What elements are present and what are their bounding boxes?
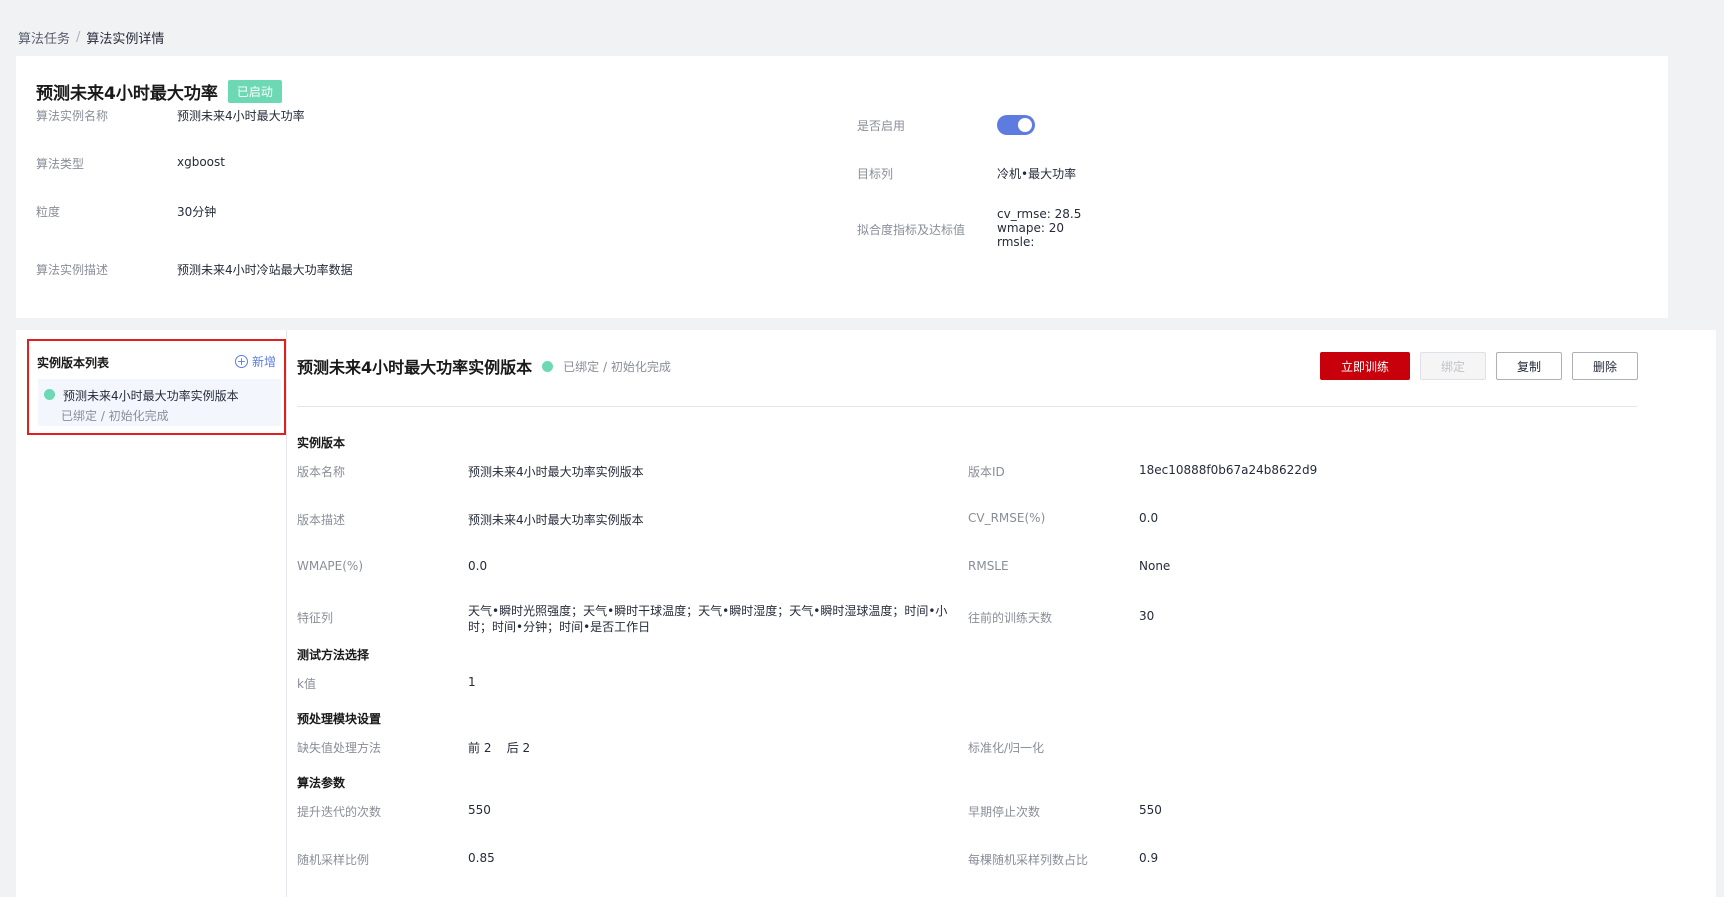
version-id-label: 版本ID [968,465,1005,479]
delete-button[interactable]: 删除 [1572,352,1638,380]
algorithm-type-label: 算法类型 [36,157,85,171]
early-stop-value: 550 [1139,803,1162,817]
wmape-value: 0.0 [468,559,488,573]
version-card: 实例版本列表 + 新增 预测未来4小时最大功率实例版本 已绑定 / 初始化完成 … [16,330,1716,897]
colsample-ratio-value: 0.9 [1139,851,1159,865]
instance-name-label: 算法实例名称 [36,109,109,123]
status-dot-icon [44,389,55,400]
wmape-label: WMAPE(%) [297,559,364,573]
early-stop-label: 早期停止次数 [968,805,1041,819]
breadcrumb-link-algorithm-tasks[interactable]: 算法任务 [18,28,70,47]
plus-circle-icon: + [234,355,248,368]
train-days-label: 往前的训练天数 [968,611,1053,625]
rmsle-value: None [1139,559,1171,573]
page-title: 预测未来4小时最大功率 [36,84,218,104]
target-column-value: 冷机•最大功率 [997,167,1077,181]
enabled-label: 是否启用 [857,119,906,133]
breadcrumb: 算法任务 / 算法实例详情 [18,28,164,47]
version-name-value: 预测未来4小时最大功率实例版本 [468,465,644,479]
instance-name-value: 预测未来4小时最大功率 [177,109,305,123]
fit-metrics-label: 拟合度指标及达标值 [857,223,966,237]
version-list-item[interactable]: 预测未来4小时最大功率实例版本 已绑定 / 初始化完成 [38,379,281,426]
target-column-label: 目标列 [857,167,894,181]
instance-info-card: 预测未来4小时最大功率 已启动 算法实例名称 预测未来4小时最大功率 算法类型 … [16,56,1668,318]
status-dot-icon [542,360,554,372]
bind-button: 绑定 [1420,352,1486,380]
granularity-value: 30分钟 [177,205,217,219]
missing-value-method-label: 缺失值处理方法 [297,741,382,755]
version-status: 已绑定 / 初始化完成 [563,359,671,374]
k-value-value: 1 [468,675,476,689]
subsample-ratio-value: 0.85 [468,851,495,865]
k-value-label: k值 [297,677,316,691]
version-id-value: 18ec10888f0b67a24b8622d9 [1139,463,1318,477]
feature-columns-label: 特征列 [297,611,334,625]
feature-columns-value: 天气•瞬时光照强度；天气•瞬时干球温度；天气•瞬时湿度；天气•瞬时湿球温度；时间… [468,604,948,634]
cv-rmse-value: 0.0 [1139,511,1159,525]
fit-metrics-values: cv_rmse: 28.5 wmape: 20 rmsle: [997,207,1081,249]
cv-rmse-label: CV_RMSE(%) [968,511,1046,525]
add-version-button[interactable]: + 新增 [234,353,276,370]
divider [297,406,1637,407]
fit-metric-rmsle: rmsle: [997,235,1035,249]
copy-button[interactable]: 复制 [1496,352,1562,380]
version-title-row: 预测未来4小时最大功率实例版本 已绑定 / 初始化完成 [297,354,671,378]
version-sidebar: 实例版本列表 + 新增 预测未来4小时最大功率实例版本 已绑定 / 初始化完成 [16,330,287,897]
version-list-panel: 实例版本列表 + 新增 预测未来4小时最大功率实例版本 已绑定 / 初始化完成 [27,339,286,435]
version-name-label: 版本名称 [297,465,346,479]
version-item-name: 预测未来4小时最大功率实例版本 [63,389,239,403]
version-list-title: 实例版本列表 [37,356,110,370]
boost-iterations-value: 550 [468,803,491,817]
instance-desc-label: 算法实例描述 [36,263,109,277]
boost-iterations-label: 提升迭代的次数 [297,805,382,819]
rmsle-label: RMSLE [968,559,1009,573]
version-desc-value: 预测未来4小时最大功率实例版本 [468,513,644,527]
section-title-algo-params: 算法参数 [297,776,346,790]
instance-title-row: 预测未来4小时最大功率 已启动 [36,79,282,104]
version-item-status: 已绑定 / 初始化完成 [61,409,169,423]
fit-metric-cv-rmse: cv_rmse: 28.5 [997,207,1082,221]
granularity-label: 粒度 [36,205,61,219]
enabled-toggle[interactable] [997,115,1035,135]
missing-value-method-value: 前 2 后 2 [468,741,531,755]
section-title-preprocess: 预处理模块设置 [297,712,382,726]
colsample-ratio-label: 每棵随机采样列数占比 [968,853,1089,867]
train-days-value: 30 [1139,609,1155,623]
version-desc-label: 版本描述 [297,513,346,527]
fit-metric-wmape: wmape: 20 [997,221,1064,235]
subsample-ratio-label: 随机采样比例 [297,853,370,867]
breadcrumb-current: 算法实例详情 [86,32,165,47]
version-title: 预测未来4小时最大功率实例版本 [297,358,533,377]
instance-desc-value: 预测未来4小时冷站最大功率数据 [177,263,353,277]
train-now-button[interactable]: 立即训练 [1320,352,1410,380]
section-title-test-method: 测试方法选择 [297,648,370,662]
status-badge: 已启动 [227,80,282,103]
section-title-instance-version: 实例版本 [297,436,346,450]
add-version-label: 新增 [251,355,276,369]
breadcrumb-separator: / [76,30,81,45]
normalize-label: 标准化/归一化 [968,741,1045,755]
algorithm-type-value: xgboost [177,155,225,169]
